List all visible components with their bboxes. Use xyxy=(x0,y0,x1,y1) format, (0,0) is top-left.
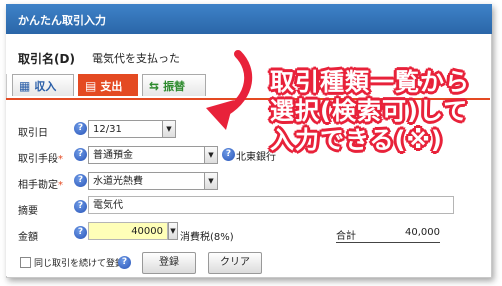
window-title: かんたん取引入力 xyxy=(18,14,106,27)
tax-label: 消費税(8%) xyxy=(180,232,234,243)
tab-expense[interactable]: ▤ 支出 xyxy=(78,74,138,96)
memo-value: 電気代 xyxy=(93,200,123,211)
clear-button[interactable]: クリア xyxy=(208,252,262,274)
account-value: 水道光熱費 xyxy=(93,176,143,187)
amount-value: 40000 xyxy=(131,226,163,237)
total-value: 40,000 xyxy=(405,227,440,238)
help-icon[interactable]: ? xyxy=(74,174,87,187)
tab-income-label: 収入 xyxy=(34,79,57,93)
account-label-text: 相手勘定 xyxy=(18,180,58,191)
annotation-callout: 取引種類一覧から 選択(検索可)して 入力できる(※) xyxy=(270,68,496,155)
memo-label: 摘要 xyxy=(18,206,38,217)
method-label-text: 取引手段 xyxy=(18,154,58,165)
required-mark: * xyxy=(58,154,63,165)
dropdown-arrow-icon[interactable]: ▼ xyxy=(162,121,175,137)
income-icon: ▦ xyxy=(19,78,31,93)
required-mark: * xyxy=(58,180,63,191)
checkbox-box[interactable] xyxy=(20,257,31,268)
help-icon[interactable]: ? xyxy=(222,148,235,161)
annotation-arrow-icon xyxy=(206,50,253,130)
help-icon[interactable]: ? xyxy=(118,256,131,269)
callout-line-3: 入力できる(※) xyxy=(270,126,443,154)
date-label: 取引日 xyxy=(18,128,48,139)
date-select[interactable]: 12/31 ▼ xyxy=(88,120,176,138)
method-value: 普通預金 xyxy=(93,150,133,161)
amount-input[interactable]: 40000 xyxy=(88,222,168,240)
amount-label: 金額 xyxy=(18,232,38,243)
tab-transfer-label: 振替 xyxy=(163,79,186,93)
total-display: 合計 40,000 xyxy=(336,227,440,243)
tab-expense-label: 支出 xyxy=(100,79,123,93)
repeat-label: 同じ取引を続けて登録 xyxy=(34,259,125,269)
callout-line-2: 選択(検索可)して xyxy=(270,97,469,125)
tab-income[interactable]: ▦ 収入 xyxy=(12,74,74,96)
transfer-icon: ⇆ xyxy=(149,78,160,93)
method-label: 取引手段* xyxy=(18,150,63,165)
method-select[interactable]: 普通預金 ▼ xyxy=(88,146,218,164)
dropdown-arrow-icon[interactable]: ▼ xyxy=(204,147,217,163)
callout-line-1: 取引種類一覧から xyxy=(270,68,470,96)
date-value: 12/31 xyxy=(93,124,122,135)
help-icon[interactable]: ? xyxy=(74,226,87,239)
dropdown-arrow-icon[interactable]: ▼ xyxy=(204,173,217,189)
transaction-name-value[interactable]: 電気代を支払った xyxy=(92,50,180,66)
help-icon[interactable]: ? xyxy=(74,200,87,213)
tax-toggle[interactable]: ▼ xyxy=(168,222,178,240)
account-label: 相手勘定* xyxy=(18,176,63,191)
repeat-registration-checkbox[interactable]: 同じ取引を続けて登録 xyxy=(20,256,124,269)
title-bar: かんたん取引入力 xyxy=(6,4,492,34)
help-icon[interactable]: ? xyxy=(74,148,87,161)
account-select[interactable]: 水道光熱費 ▼ xyxy=(88,172,218,190)
memo-input[interactable]: 電気代 xyxy=(88,196,454,214)
transaction-name-label: 取引名(D) xyxy=(18,52,75,66)
expense-icon: ▤ xyxy=(85,78,97,93)
dropdown-arrow-icon[interactable]: ▼ xyxy=(168,223,177,239)
register-button[interactable]: 登録 xyxy=(142,252,196,274)
total-label: 合計 xyxy=(336,231,356,242)
help-icon[interactable]: ? xyxy=(74,122,87,135)
